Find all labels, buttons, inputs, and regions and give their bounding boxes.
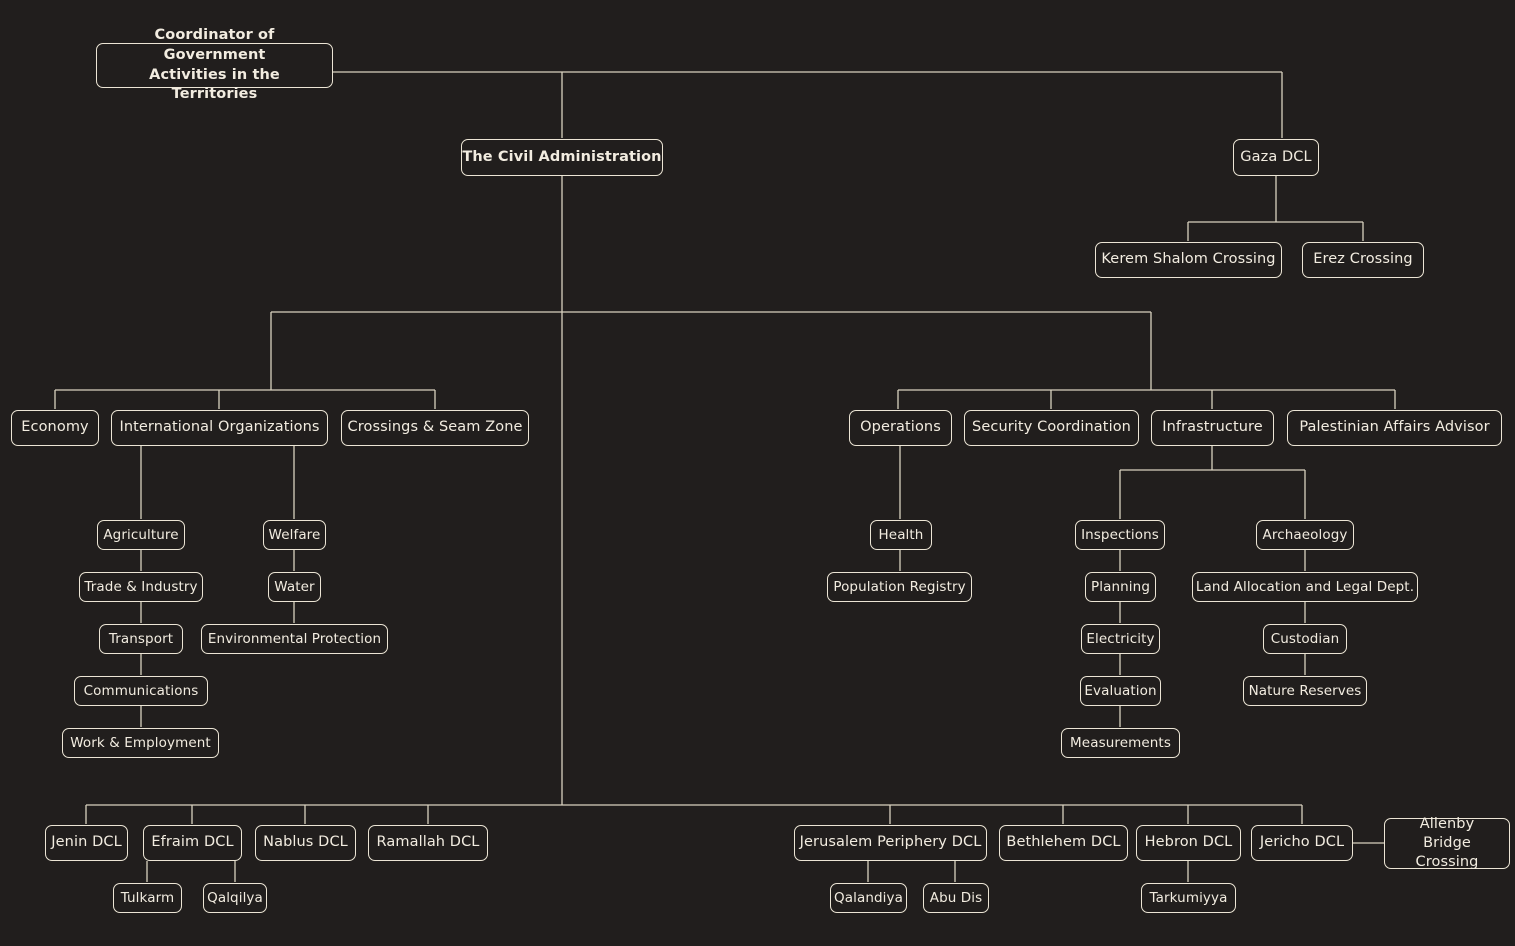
- node-crossings-seam-zone[interactable]: Crossings & Seam Zone: [341, 410, 529, 446]
- node-water[interactable]: Water: [268, 572, 321, 602]
- node-transport[interactable]: Transport: [99, 624, 183, 654]
- node-health[interactable]: Health: [870, 520, 932, 550]
- node-international-organizations[interactable]: International Organizations: [111, 410, 328, 446]
- node-tarkumiyya[interactable]: Tarkumiyya: [1141, 883, 1236, 913]
- node-palestinian-affairs-advisor[interactable]: Palestinian Affairs Advisor: [1287, 410, 1502, 446]
- node-allenby-bridge-crossing[interactable]: Allenby Bridge Crossing: [1384, 816, 1510, 870]
- node-nature-reserves[interactable]: Nature Reserves: [1243, 676, 1367, 706]
- node-trade-industry[interactable]: Trade & Industry: [79, 572, 203, 602]
- node-nablus-dcl[interactable]: Nablus DCL: [255, 825, 356, 861]
- node-economy[interactable]: Economy: [11, 410, 99, 446]
- node-infrastructure[interactable]: Infrastructure: [1151, 410, 1274, 446]
- node-jenin-dcl[interactable]: Jenin DCL: [45, 825, 128, 861]
- node-jerusalem-periphery-dcl[interactable]: Jerusalem Periphery DCL: [794, 825, 987, 861]
- node-work-employment[interactable]: Work & Employment: [62, 728, 219, 758]
- node-environmental-protection[interactable]: Environmental Protection: [201, 624, 388, 654]
- node-qalandiya[interactable]: Qalandiya: [830, 883, 907, 913]
- node-land-allocation-legal-dept[interactable]: Land Allocation and Legal Dept.: [1192, 572, 1418, 602]
- node-security-coordination[interactable]: Security Coordination: [964, 410, 1139, 446]
- node-ramallah-dcl[interactable]: Ramallah DCL: [368, 825, 488, 861]
- node-evaluation[interactable]: Evaluation: [1080, 676, 1161, 706]
- node-bethlehem-dcl[interactable]: Bethlehem DCL: [999, 825, 1128, 861]
- node-measurements[interactable]: Measurements: [1061, 728, 1180, 758]
- node-cogat-label-line1: Coordinator of Government: [154, 27, 275, 63]
- node-operations[interactable]: Operations: [849, 410, 952, 446]
- node-abu-dis[interactable]: Abu Dis: [923, 883, 989, 913]
- node-inspections[interactable]: Inspections: [1075, 520, 1165, 550]
- node-electricity[interactable]: Electricity: [1081, 624, 1160, 654]
- org-chart-canvas: Coordinator of Government Activities in …: [0, 0, 1515, 946]
- node-archaeology[interactable]: Archaeology: [1256, 520, 1354, 550]
- node-cogat-label-line2: Activities in the Territories: [149, 66, 280, 103]
- node-civil-administration[interactable]: The Civil Administration: [461, 139, 663, 176]
- node-cogat[interactable]: Coordinator of Government Activities in …: [96, 27, 333, 102]
- node-hebron-dcl[interactable]: Hebron DCL: [1136, 825, 1241, 861]
- node-gaza-dcl[interactable]: Gaza DCL: [1233, 139, 1319, 176]
- node-planning[interactable]: Planning: [1085, 572, 1156, 602]
- node-jericho-dcl[interactable]: Jericho DCL: [1251, 825, 1353, 861]
- node-welfare[interactable]: Welfare: [263, 520, 326, 550]
- node-agriculture[interactable]: Agriculture: [97, 520, 185, 550]
- node-communications[interactable]: Communications: [74, 676, 208, 706]
- node-efraim-dcl[interactable]: Efraim DCL: [143, 825, 242, 861]
- node-qalqilya[interactable]: Qalqilya: [203, 883, 267, 913]
- node-erez-crossing[interactable]: Erez Crossing: [1302, 242, 1424, 278]
- node-allenby-label-line2: Crossing: [1415, 853, 1479, 870]
- node-tulkarm[interactable]: Tulkarm: [113, 883, 182, 913]
- node-population-registry[interactable]: Population Registry: [827, 572, 972, 602]
- node-allenby-label-line1: Allenby Bridge: [1419, 816, 1475, 852]
- node-custodian[interactable]: Custodian: [1263, 624, 1347, 654]
- node-kerem-shalom-crossing[interactable]: Kerem Shalom Crossing: [1095, 242, 1282, 278]
